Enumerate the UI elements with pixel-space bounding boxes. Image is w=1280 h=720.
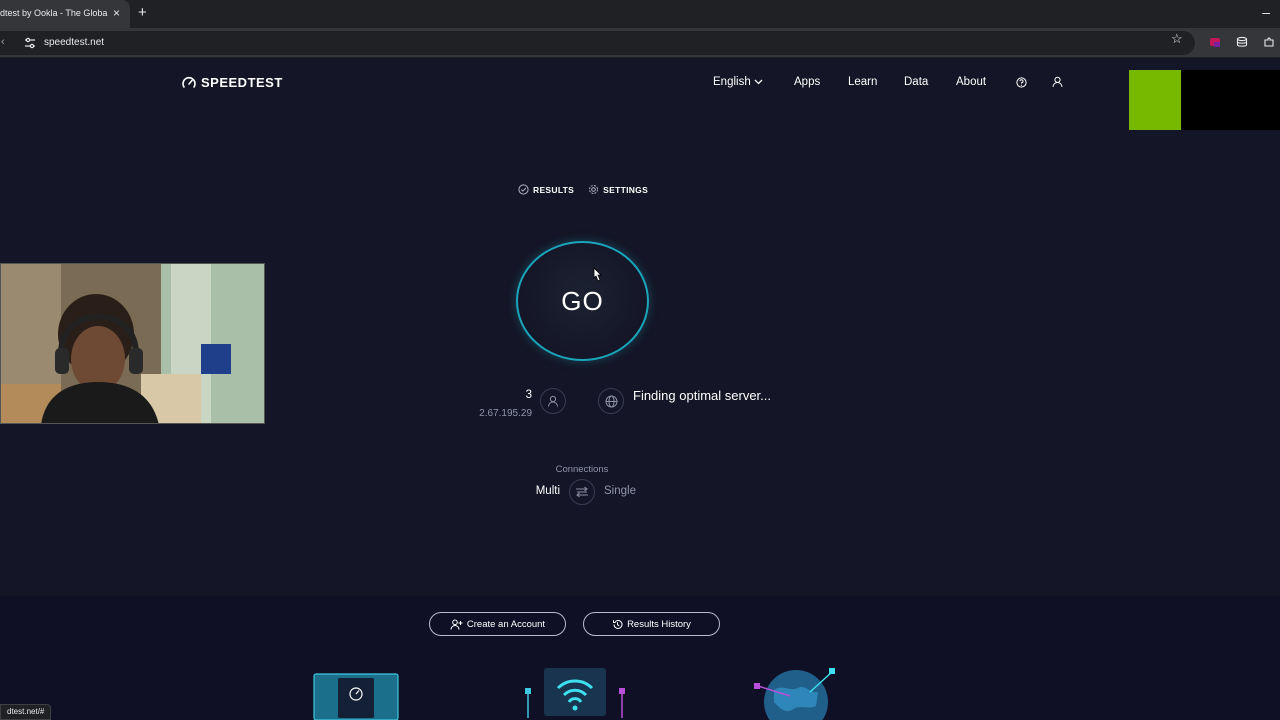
help-icon[interactable] — [1016, 77, 1027, 88]
speedtest-app-device-icon — [313, 673, 399, 720]
results-history-label: Results History — [627, 618, 691, 630]
nav-language[interactable]: English — [713, 76, 763, 88]
create-account-button[interactable]: Create an Account — [429, 612, 566, 636]
extension-icon[interactable] — [1209, 36, 1221, 48]
tab-close-icon[interactable]: × — [113, 6, 120, 20]
results-settings-tabs: RESULTS SETTINGS — [518, 184, 648, 195]
extensions-puzzle-icon[interactable] — [1263, 36, 1275, 48]
tab-settings-label: SETTINGS — [603, 184, 649, 195]
go-label: GO — [561, 285, 604, 316]
server-status: Finding optimal server... — [633, 388, 772, 403]
globe-icon — [605, 395, 617, 407]
webcam-overlay — [0, 263, 265, 424]
globe-network-icon — [754, 668, 835, 720]
create-account-label: Create an Account — [466, 618, 546, 630]
bottom-section: Create an Account Results History — [0, 596, 1280, 720]
tab-results-label: RESULTS — [533, 184, 575, 195]
bookmark-star-icon[interactable]: ☆ — [1171, 31, 1183, 47]
nav-data[interactable]: Data — [904, 76, 928, 88]
go-button[interactable]: GO — [516, 241, 649, 361]
nav-language-label: English — [713, 76, 751, 88]
site-info-icon[interactable] — [24, 37, 36, 49]
isp-name[interactable]: 3 — [472, 389, 532, 401]
url-text[interactable]: speedtest.net — [44, 37, 104, 48]
wifi-illustration-icon — [525, 668, 625, 718]
browser-tab[interactable]: dtest by Ookla - The Globa × — [0, 0, 130, 28]
browser-tab-bar: dtest by Ookla - The Globa × + – — [0, 0, 1280, 28]
overlay-black-block — [1181, 70, 1280, 130]
nav-apps[interactable]: Apps — [794, 76, 820, 88]
connections-single[interactable]: Single — [604, 485, 636, 497]
results-history-button[interactable]: Results History — [583, 612, 720, 636]
speedometer-logo-icon — [182, 76, 196, 88]
add-user-icon — [450, 619, 463, 630]
database-icon[interactable] — [1236, 36, 1248, 48]
speedtest-page: SPEEDTEST English Apps Learn Data About … — [0, 58, 1280, 720]
check-circle-icon — [518, 184, 529, 195]
logo-text: SPEEDTEST — [201, 75, 283, 90]
history-icon — [613, 619, 623, 629]
server-globe-icon — [598, 388, 624, 414]
webcam-image — [1, 264, 264, 423]
back-icon[interactable]: ‹ — [1, 36, 5, 48]
omnibox[interactable]: ‹ speedtest.net — [0, 31, 1195, 55]
ip-address: 2.67.195.29 — [479, 408, 532, 419]
user-icon — [548, 395, 558, 407]
new-tab-button[interactable]: + — [138, 5, 147, 21]
isp-user-icon — [540, 388, 566, 414]
tab-results[interactable]: RESULTS — [518, 184, 574, 195]
connections-toggle[interactable] — [569, 479, 595, 505]
connections-label: Connections — [555, 464, 609, 475]
connections-multi[interactable]: Multi — [500, 485, 560, 497]
address-bar: ‹ speedtest.net ☆ — [0, 28, 1280, 58]
tab-settings[interactable]: SETTINGS — [588, 184, 648, 195]
minimize-button[interactable]: – — [1262, 4, 1270, 20]
overlay-green-block — [1129, 70, 1181, 130]
nav-about[interactable]: About — [956, 76, 986, 88]
user-icon[interactable] — [1052, 76, 1063, 88]
mouse-pointer-icon — [593, 267, 602, 282]
speedtest-logo[interactable]: SPEEDTEST — [181, 75, 283, 90]
nav-learn[interactable]: Learn — [848, 76, 877, 88]
chevron-down-icon — [754, 79, 763, 85]
tab-title: dtest by Ookla - The Globa — [0, 8, 108, 18]
swap-arrows-icon — [576, 486, 588, 498]
gear-icon — [589, 185, 599, 194]
status-bar-url: dtest.net/# — [0, 704, 52, 720]
